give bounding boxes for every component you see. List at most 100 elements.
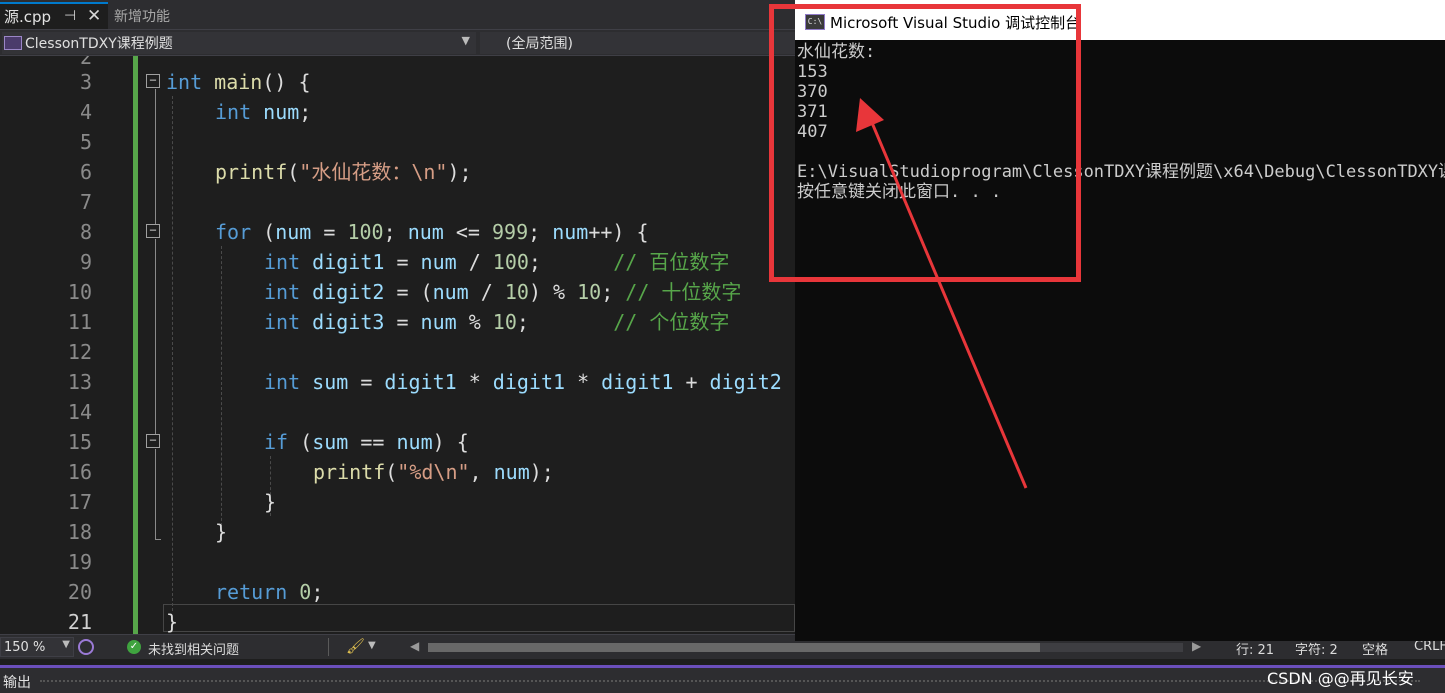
chevron-down-icon[interactable]: ▼ [462, 34, 470, 47]
code-line-17: } [264, 490, 277, 514]
keyword: return [215, 580, 288, 604]
line-number: 17 [67, 490, 92, 514]
variable: num [275, 220, 312, 244]
project-dropdown[interactable]: ClessonTDXY课程例题 ▼ [2, 32, 476, 54]
line-number: 6 [79, 160, 92, 184]
punct: * [565, 370, 602, 394]
punct: ; [311, 580, 324, 604]
number-literal: 999 [491, 220, 529, 244]
number-literal: 10 [504, 280, 529, 304]
punct: == [348, 430, 397, 454]
variable: num [420, 310, 457, 334]
line-number: 14 [67, 400, 92, 424]
code-line-13: int sum = digit1 * digit1 * digit1 + dig… [264, 367, 782, 397]
outline-line [155, 239, 156, 434]
collapse-icon[interactable]: − [146, 74, 160, 88]
outline-end [155, 539, 161, 545]
output-panel-header[interactable]: 输出 [0, 668, 1445, 693]
collapse-icon[interactable]: − [146, 224, 160, 238]
variable: digit1 [384, 370, 457, 394]
number-literal: 10 [577, 280, 602, 304]
project-label: ClessonTDXY课程例题 [25, 36, 173, 52]
function-name: printf [313, 460, 386, 484]
variable: sum [300, 370, 349, 394]
divider [328, 638, 329, 656]
line-number: 7 [79, 190, 92, 214]
variable: digit2 [709, 370, 782, 394]
zoom-dropdown[interactable]: 150 % ▼ [0, 637, 74, 657]
number-literal: 0 [299, 580, 312, 604]
collapse-icon[interactable]: − [146, 434, 160, 448]
punct: = ( [384, 280, 433, 304]
punct: ( [385, 460, 398, 484]
punct [287, 580, 299, 604]
punct: = [384, 250, 421, 274]
chevron-down-icon[interactable]: ▼ [368, 640, 376, 651]
variable: num [251, 100, 300, 124]
keyword: int [264, 280, 301, 304]
horizontal-scrollbar[interactable] [428, 643, 1183, 652]
number-literal: 100 [492, 250, 529, 274]
variable: num [407, 220, 444, 244]
scope-dropdown[interactable]: (全局范围) [480, 32, 795, 54]
line-number: 9 [79, 250, 92, 274]
code-line-8: for (num = 100; num <= 999; num++) { [215, 217, 649, 247]
keyword: if [264, 430, 289, 454]
code-editor[interactable]: 2 3 4 5 6 7 8 9 10 11 12 13 14 15 16 17 … [0, 56, 795, 634]
punct: ( [288, 430, 313, 454]
code-line-9: int digit1 = num / 100; // 百位数字 [264, 247, 729, 277]
console-line: 按任意键关闭此窗口. . . [797, 182, 1002, 202]
scroll-right-icon[interactable]: ▶ [1192, 639, 1201, 653]
punct: ( [287, 160, 300, 184]
code-line-15: if (sum == num) { [264, 427, 469, 457]
pin-icon[interactable]: ⊣ [64, 8, 76, 24]
tab-new-features[interactable]: 新增功能 [108, 2, 230, 29]
punct: * [456, 370, 493, 394]
keyword: int [215, 100, 252, 124]
watermark: CSDN @@再见长安 [1267, 669, 1414, 688]
line-indicator[interactable]: 行: 21 [1236, 639, 1274, 658]
code-line-3: int main() { [166, 67, 311, 97]
tab-source-cpp[interactable]: 源.cpp ⊣ ✕ [0, 2, 108, 29]
punct: ); [529, 460, 554, 484]
project-icon [4, 36, 22, 50]
panel-grip[interactable] [40, 680, 1420, 684]
scroll-left-icon[interactable]: ◀ [410, 639, 419, 653]
punct: ( [251, 220, 276, 244]
current-line-number: 21 [67, 610, 92, 634]
number-literal: 100 [347, 220, 384, 244]
line-number: 18 [67, 520, 92, 544]
punct: = [311, 220, 348, 244]
keyword: int [264, 310, 301, 334]
function-name: main [202, 70, 263, 94]
issues-status[interactable]: 未找到相关问题 [148, 639, 239, 658]
scrollbar-thumb[interactable] [428, 643, 1040, 652]
code-line-20: return 0; [215, 577, 323, 607]
console-line: 水仙花数: [797, 42, 876, 62]
console-output[interactable]: 水仙花数: 153 370 371 407 E:\VisualStudiopro… [797, 42, 1445, 622]
code-line-4: int num; [215, 97, 311, 127]
console-app-icon: C:\ [805, 14, 825, 30]
function-name: printf [215, 160, 288, 184]
code-cleanup-icon[interactable]: 🖌 [346, 637, 365, 655]
code-line-18: } [215, 520, 228, 544]
punct: = [348, 370, 385, 394]
debug-console-window[interactable]: C:\ Microsoft Visual Studio 调试控制台 水仙花数: … [795, 0, 1445, 641]
variable: num [420, 250, 457, 274]
char-indicator[interactable]: 字符: 2 [1295, 639, 1338, 658]
console-line: E:\VisualStudioprogram\ClessonTDXY课程例题\x… [797, 162, 1445, 182]
close-icon[interactable]: ✕ [87, 6, 101, 26]
copilot-icon[interactable] [78, 639, 94, 655]
variable: num [552, 220, 589, 244]
tab-label: 源.cpp [4, 8, 52, 26]
punct: ) % [528, 280, 578, 304]
punct: ++) { [588, 220, 649, 244]
chevron-down-icon[interactable]: ▼ [62, 639, 70, 650]
console-titlebar[interactable]: C:\ Microsoft Visual Studio 调试控制台 [795, 0, 1445, 40]
variable: digit3 [300, 310, 385, 334]
line-ending-indicator[interactable]: CRLF [1414, 639, 1445, 654]
console-line: 407 [797, 122, 828, 142]
whitespace-indicator[interactable]: 空格 [1362, 639, 1388, 658]
current-line-highlight [163, 604, 795, 632]
punct: ) { [432, 430, 469, 454]
